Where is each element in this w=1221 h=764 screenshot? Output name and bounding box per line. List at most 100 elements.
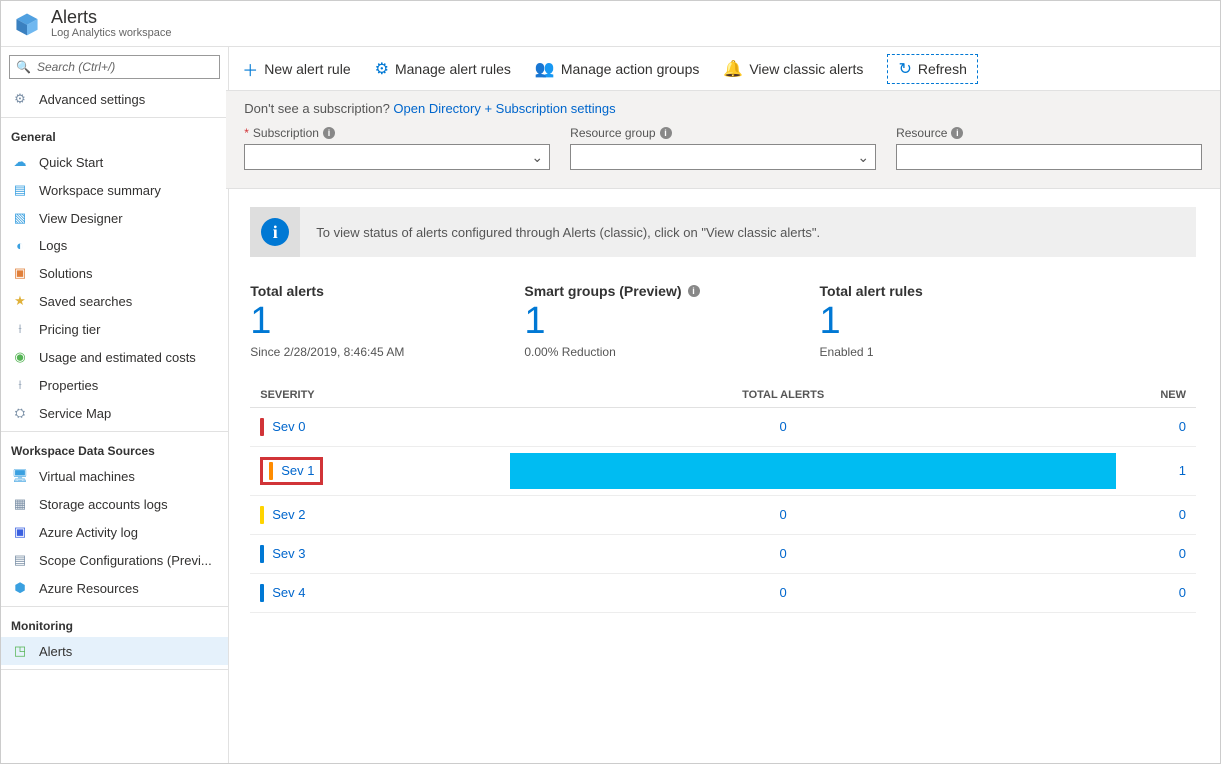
view-classic-alerts-button[interactable]: 🔔View classic alerts [723, 59, 863, 79]
new-alerts-count[interactable]: 1 [1179, 463, 1186, 478]
col-severity: SEVERITY [250, 383, 450, 408]
search-input[interactable]: 🔍 Search (Ctrl+/) [9, 55, 220, 79]
sidebar-item[interactable]: ▤Workspace summary [1, 176, 228, 204]
users-icon: 👥 [535, 59, 555, 79]
sidebar-item-label: Usage and estimated costs [39, 350, 196, 365]
new-alerts-count[interactable]: 0 [1179, 419, 1186, 434]
alert-bar-fill [510, 453, 1116, 489]
sidebar-item-icon: ⟊ [11, 377, 29, 393]
sidebar-item[interactable]: ⛭Service Map [1, 399, 228, 427]
page-title: Alerts [51, 8, 171, 28]
sidebar-item[interactable]: ▣ Solutions [1, 259, 228, 287]
col-new: NEW [1116, 383, 1196, 408]
smart-groups-value[interactable]: 1 [524, 299, 699, 345]
total-alerts-count[interactable]: 0 [780, 507, 787, 522]
sidebar-section-header: Monitoring [1, 611, 228, 637]
refresh-icon: ↻ [898, 59, 911, 79]
info-icon: i [660, 127, 672, 139]
sidebar-item-label: Scope Configurations (Previ... [39, 553, 212, 568]
info-icon: i [688, 285, 700, 297]
filter-bar: Don't see a subscription? Open Directory… [226, 91, 1220, 189]
sidebar-item-icon: ◐ [11, 238, 29, 253]
sidebar-item[interactable]: ▣Azure Activity log [1, 518, 228, 546]
severity-link[interactable]: Sev 4 [260, 584, 440, 602]
sidebar-item-icon: ▣ [11, 524, 29, 540]
page-subtitle: Log Analytics workspace [51, 27, 171, 39]
subscription-select[interactable] [244, 144, 550, 170]
page-header: Alerts Log Analytics workspace [1, 1, 1220, 47]
sidebar-item[interactable]: ▧View Designer [1, 204, 228, 232]
sidebar-item[interactable]: ⟊Pricing tier [1, 315, 228, 343]
manage-alert-rules-button[interactable]: ⚙Manage alert rules [375, 59, 511, 79]
sidebar-advanced-settings[interactable]: ⚙ Advanced settings [1, 85, 228, 113]
severity-link[interactable]: Sev 0 [260, 418, 440, 436]
sidebar-item-label: Solutions [39, 266, 92, 281]
total-rules-title: Total alert rules [820, 283, 923, 299]
manage-action-groups-button[interactable]: 👥Manage action groups [535, 59, 699, 79]
subscription-hint: Don't see a subscription? Open Directory… [244, 101, 1202, 116]
total-alerts-count[interactable]: 0 [780, 546, 787, 561]
sidebar-item-icon: 🖥 [11, 468, 29, 484]
sidebar-item[interactable]: ▤ Scope Configurations (Previ... [1, 546, 228, 574]
open-directory-link[interactable]: Open Directory + Subscription settings [393, 101, 615, 116]
main-content: ＋New alert rule ⚙Manage alert rules 👥Man… [226, 47, 1220, 763]
new-alerts-count[interactable]: 0 [1179, 507, 1186, 522]
stats-row: Total alerts 1 Since 2/28/2019, 8:46:45 … [250, 283, 1196, 359]
sidebar-item-label: Properties [39, 378, 98, 393]
total-rules-value[interactable]: 1 [820, 299, 923, 345]
sidebar-item-icon: ◳ [11, 643, 29, 659]
table-row[interactable]: Sev 0 0 0 [250, 407, 1196, 446]
severity-link[interactable]: Sev 2 [260, 506, 440, 524]
sidebar-item-icon: ▤ [11, 552, 29, 568]
bell-icon: 🔔 [723, 59, 743, 79]
sidebar-item[interactable]: ⬢Azure Resources [1, 574, 228, 602]
sidebar-item-label: Service Map [39, 406, 111, 421]
sidebar-item-label: Saved searches [39, 294, 132, 309]
sidebar-item[interactable]: ★Saved searches [1, 287, 228, 315]
total-alerts-title: Total alerts [250, 283, 404, 299]
info-icon: i [261, 218, 289, 246]
total-alerts-count[interactable]: 0 [780, 419, 787, 434]
sidebar-item-icon: ▧ [11, 210, 29, 226]
refresh-button[interactable]: ↻Refresh [887, 54, 977, 84]
sidebar-item[interactable]: ◉ Usage and estimated costs [1, 343, 228, 371]
smart-groups-sub: 0.00% Reduction [524, 345, 699, 359]
sidebar-item-label: Quick Start [39, 155, 103, 170]
severity-link[interactable]: Sev 1 [281, 463, 314, 478]
total-alerts-count[interactable]: 0 [780, 585, 787, 600]
table-row[interactable]: Sev 111 [250, 446, 1196, 495]
sidebar-item-icon: ⟊ [11, 321, 29, 337]
resource-select[interactable] [896, 144, 1202, 170]
cube-icon [13, 10, 41, 38]
table-row[interactable]: Sev 3 0 0 [250, 534, 1196, 573]
sidebar-item[interactable]: ⟊ Properties [1, 371, 228, 399]
smart-groups-title: Smart groups (Preview) i [524, 283, 699, 299]
table-row[interactable]: Sev 2 0 0 [250, 495, 1196, 534]
sidebar-item-icon: ▦ [11, 496, 29, 512]
sidebar-item[interactable]: ◳Alerts [1, 637, 228, 665]
sidebar-item[interactable]: ☁Quick Start [1, 148, 228, 176]
sidebar-item[interactable]: ◐Logs [1, 232, 228, 259]
new-alerts-count[interactable]: 0 [1179, 546, 1186, 561]
total-alerts-sub: Since 2/28/2019, 8:46:45 AM [250, 345, 404, 359]
total-rules-sub: Enabled 1 [820, 345, 923, 359]
search-icon: 🔍 [16, 60, 31, 74]
sidebar-item-icon: ▣ [11, 265, 29, 281]
info-icon: i [951, 127, 963, 139]
sidebar-item[interactable]: 🖥Virtual machines [1, 462, 228, 490]
sidebar: 🔍 Search (Ctrl+/) ⚙ Advanced settings Ge… [1, 47, 229, 763]
sidebar-item-icon: ▤ [11, 182, 29, 198]
sidebar-section-header: Workspace Data Sources [1, 436, 228, 462]
plus-icon: ＋ [242, 57, 258, 81]
sidebar-item-icon: ◉ [11, 349, 29, 365]
new-alert-rule-button[interactable]: ＋New alert rule [242, 57, 350, 81]
total-alerts-value[interactable]: 1 [250, 299, 404, 345]
sidebar-item[interactable]: ▦ Storage accounts logs [1, 490, 228, 518]
info-icon: i [323, 127, 335, 139]
severity-link[interactable]: Sev 3 [260, 545, 440, 563]
sidebar-item-label: Storage accounts logs [39, 497, 168, 512]
resource-group-select[interactable] [570, 144, 876, 170]
new-alerts-count[interactable]: 0 [1179, 585, 1186, 600]
table-row[interactable]: Sev 4 0 0 [250, 573, 1196, 612]
sidebar-item-label: Azure Resources [39, 581, 139, 596]
